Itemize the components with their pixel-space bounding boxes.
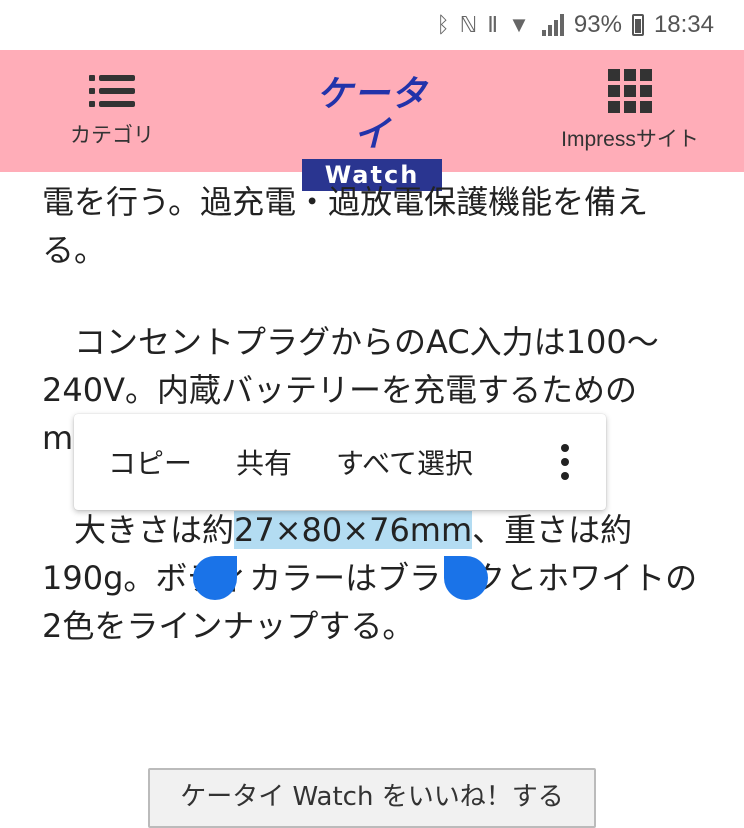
category-label: カテゴリ — [70, 124, 154, 147]
battery-icon — [631, 14, 644, 36]
grid-icon — [608, 69, 652, 113]
impress-sites-label: Impressサイト — [561, 128, 699, 151]
status-bar: ᛒ ℕ Ⅱ ▼ 93% 18:34 — [0, 0, 744, 50]
selection-end-handle[interactable] — [444, 556, 488, 600]
wifi-icon: ▼ — [508, 12, 530, 37]
site-header: カテゴリ ケータイ Watch Impressサイト — [0, 50, 744, 191]
text-selection-menu: コピー 共有 すべて選択 — [74, 414, 606, 510]
paragraph: 電を行う。過充電・過放電保護機能を備える。 — [42, 183, 649, 269]
nfc-icon: ℕ — [459, 12, 478, 37]
select-all-button[interactable]: すべて選択 — [314, 442, 495, 482]
logo-top-text: ケータイ — [316, 74, 428, 155]
bluetooth-icon: ᛒ — [436, 12, 450, 37]
clock: 18:34 — [653, 11, 714, 38]
site-logo[interactable]: ケータイ Watch — [302, 74, 442, 191]
menu-icon — [89, 73, 135, 109]
more-options-icon[interactable] — [560, 444, 570, 486]
category-menu-button[interactable]: カテゴリ — [52, 50, 172, 172]
share-button[interactable]: 共有 — [214, 442, 314, 482]
paragraph-with-selection: 大きさは約27×80×76mm、重さは約190g。ボディカラーはブラックとホワイ… — [42, 506, 702, 650]
selected-text[interactable]: 27×80×76mm — [234, 511, 473, 549]
battery-percent: 93% — [573, 11, 622, 38]
impress-sites-button[interactable]: Impressサイト — [540, 50, 720, 172]
vibrate-icon: Ⅱ — [487, 12, 499, 37]
like-button[interactable]: ケータイ Watch をいいね！する — [148, 768, 596, 828]
signal-icon — [540, 14, 564, 36]
copy-button[interactable]: コピー — [74, 442, 214, 482]
selection-start-handle[interactable] — [193, 556, 237, 600]
text: 大きさは約 — [74, 511, 235, 549]
